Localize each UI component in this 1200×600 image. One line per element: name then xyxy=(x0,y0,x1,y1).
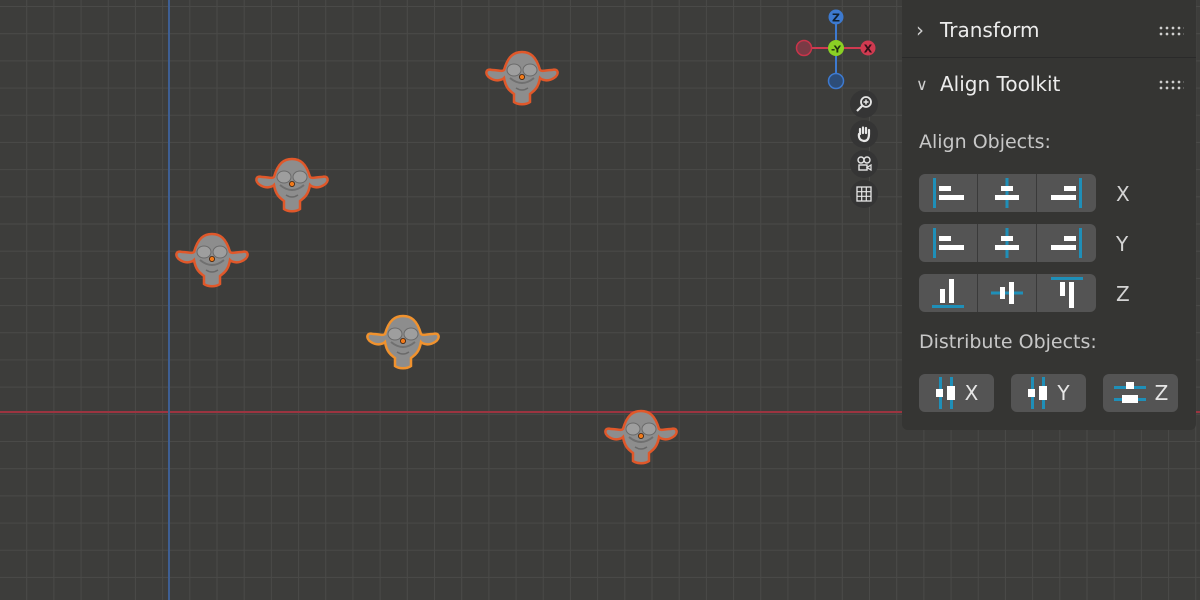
align-x-center-button[interactable] xyxy=(978,174,1037,212)
align-x-max-button[interactable] xyxy=(1037,174,1096,212)
grid-ortho-icon[interactable] xyxy=(850,180,878,208)
transform-title: Transform xyxy=(940,18,1040,42)
align-y-min-button[interactable] xyxy=(919,224,978,262)
gizmo-neg-z[interactable] xyxy=(827,72,845,90)
monkey-object[interactable] xyxy=(603,407,679,465)
distribute-y-icon xyxy=(1028,377,1048,409)
sidebar-n-panel: › Transform ∨ Align Toolkit Align Object… xyxy=(902,0,1196,430)
align-toolkit-title: Align Toolkit xyxy=(940,72,1061,96)
pan-hand-icon[interactable] xyxy=(850,120,878,148)
distribute-z-button[interactable]: Z xyxy=(1103,374,1178,412)
transform-panel-header[interactable]: › Transform xyxy=(902,5,1196,55)
distribute-x-icon xyxy=(935,377,955,409)
navigation-gizmo[interactable]: Z X -Y xyxy=(790,0,900,100)
gizmo-y-label: -Y xyxy=(831,45,842,56)
monkey-object[interactable] xyxy=(174,230,250,288)
distribute-x-button[interactable]: X xyxy=(919,374,994,412)
monkey-object-active[interactable] xyxy=(365,312,441,370)
distribute-z-label: Z xyxy=(1154,381,1169,405)
y-axis-line xyxy=(168,0,170,600)
align-z-center-button[interactable] xyxy=(978,274,1037,312)
axis-x-label: X xyxy=(1116,182,1130,206)
axis-z-label: Z xyxy=(1116,282,1130,306)
distribute-y-label: Y xyxy=(1057,381,1070,405)
align-y-max-button[interactable] xyxy=(1037,224,1096,262)
distribute-x-label: X xyxy=(964,381,979,405)
align-objects-label: Align Objects: xyxy=(919,131,1051,153)
align-x-row xyxy=(919,174,1096,212)
gizmo-z-label: Z xyxy=(832,12,840,25)
gizmo-x-label: X xyxy=(864,43,873,56)
align-y-row xyxy=(919,224,1096,262)
align-z-max-button[interactable] xyxy=(1037,274,1096,312)
distribute-objects-label: Distribute Objects: xyxy=(919,331,1097,353)
zoom-icon[interactable] xyxy=(850,90,878,118)
monkey-object[interactable] xyxy=(484,48,560,106)
chevron-down-icon: ∨ xyxy=(916,74,928,94)
distribute-y-button[interactable]: Y xyxy=(1011,374,1086,412)
align-y-center-button[interactable] xyxy=(978,224,1037,262)
align-x-min-button[interactable] xyxy=(919,174,978,212)
axis-y-label: Y xyxy=(1116,232,1129,256)
align-z-row xyxy=(919,274,1096,312)
monkey-object[interactable] xyxy=(254,155,330,213)
drag-grip-icon[interactable] xyxy=(1158,79,1184,91)
align-z-min-button[interactable] xyxy=(919,274,978,312)
camera-icon[interactable] xyxy=(850,150,878,178)
drag-grip-icon[interactable] xyxy=(1158,25,1184,37)
align-toolkit-panel-header[interactable]: ∨ Align Toolkit xyxy=(902,59,1196,109)
gizmo-neg-x[interactable] xyxy=(795,39,813,57)
distribute-z-icon xyxy=(1113,382,1146,403)
chevron-right-icon: › xyxy=(916,18,924,42)
